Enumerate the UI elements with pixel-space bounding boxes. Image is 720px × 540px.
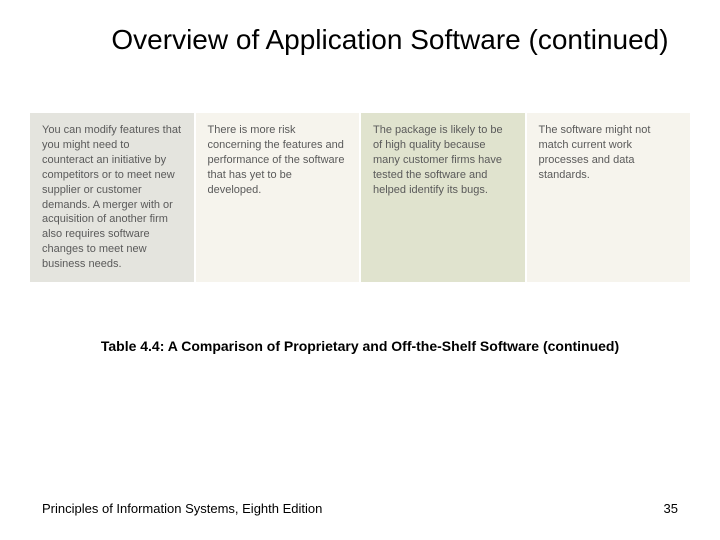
table-caption: Table 4.4: A Comparison of Proprietary a… <box>0 337 720 357</box>
slide-footer: Principles of Information Systems, Eight… <box>0 501 720 516</box>
table-cell: The software might not match current wor… <box>527 113 691 281</box>
table-cell: You can modify features that you might n… <box>30 113 194 281</box>
table-cell: There is more risk concerning the featur… <box>196 113 360 281</box>
comparison-table: You can modify features that you might n… <box>30 113 690 281</box>
slide-title: Overview of Application Software (contin… <box>0 0 720 58</box>
table-cell: The package is likely to be of high qual… <box>361 113 525 281</box>
footer-book-title: Principles of Information Systems, Eight… <box>42 501 322 516</box>
page-number: 35 <box>664 501 678 516</box>
